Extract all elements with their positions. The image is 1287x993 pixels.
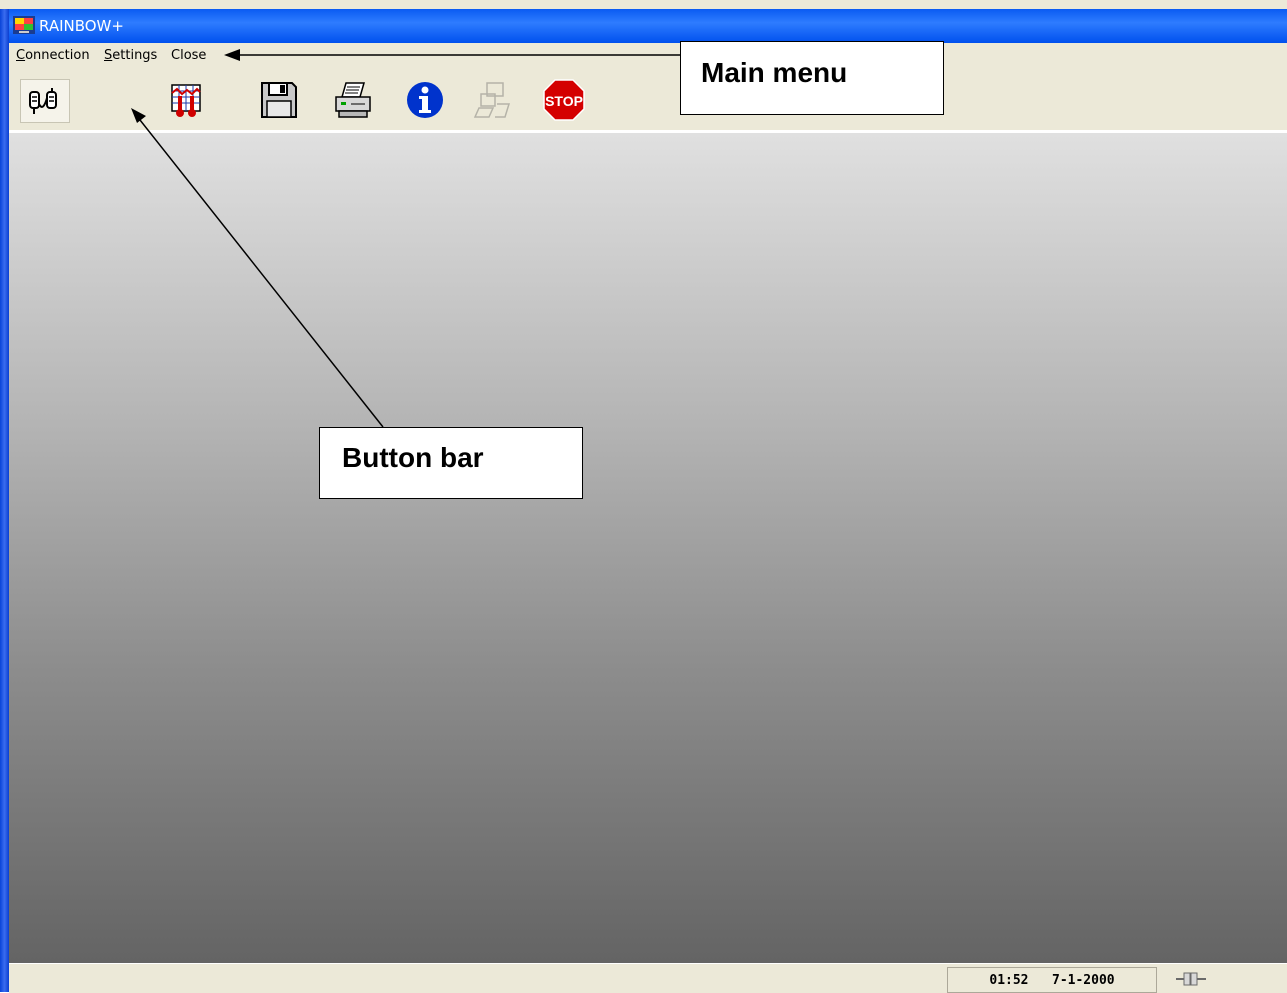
- info-button[interactable]: [401, 79, 449, 121]
- button-bar-callout: Button bar: [319, 427, 583, 499]
- app-window: RAINBOW+ Connection Settings Close STOP …: [0, 0, 1287, 993]
- window-left-border: [0, 9, 9, 992]
- menu-close[interactable]: Close: [171, 48, 206, 63]
- menu-connection[interactable]: Connection: [16, 48, 90, 63]
- main-workspace: [9, 133, 1287, 963]
- window-title: RAINBOW+: [39, 17, 124, 35]
- status-time: 01:52: [989, 972, 1029, 988]
- remote-computer-button[interactable]: [469, 79, 517, 121]
- temperature-chart-button[interactable]: [162, 79, 210, 121]
- stop-icon: STOP: [543, 79, 585, 121]
- save-button[interactable]: [255, 79, 303, 121]
- main-menu-bar: Connection Settings Close: [9, 43, 1287, 69]
- stop-label: STOP: [545, 93, 583, 109]
- status-bar: 01:52 7-1-2000: [9, 963, 1287, 993]
- main-menu-callout-text: Main menu: [701, 57, 848, 88]
- computer-disabled-icon: [473, 82, 511, 118]
- status-connection: [1159, 967, 1223, 991]
- connect-button[interactable]: [20, 79, 70, 123]
- main-menu-callout: Main menu: [680, 41, 944, 115]
- status-datetime: 01:52 7-1-2000: [947, 967, 1157, 993]
- floppy-disk-icon: [261, 82, 297, 118]
- stop-button[interactable]: STOP: [540, 79, 588, 121]
- button-bar: STOP: [9, 69, 1287, 133]
- connector-icon: [1176, 972, 1206, 986]
- title-bar[interactable]: RAINBOW+: [9, 9, 1287, 43]
- connection-icon: [29, 88, 57, 114]
- temperature-chart-icon: [171, 84, 201, 117]
- status-date: 7-1-2000: [1052, 972, 1115, 988]
- button-bar-callout-text: Button bar: [342, 442, 484, 473]
- info-icon: [407, 82, 443, 118]
- printer-icon: [335, 82, 371, 118]
- app-icon: [13, 16, 35, 34]
- print-button[interactable]: [329, 79, 377, 121]
- menu-settings[interactable]: Settings: [104, 48, 157, 63]
